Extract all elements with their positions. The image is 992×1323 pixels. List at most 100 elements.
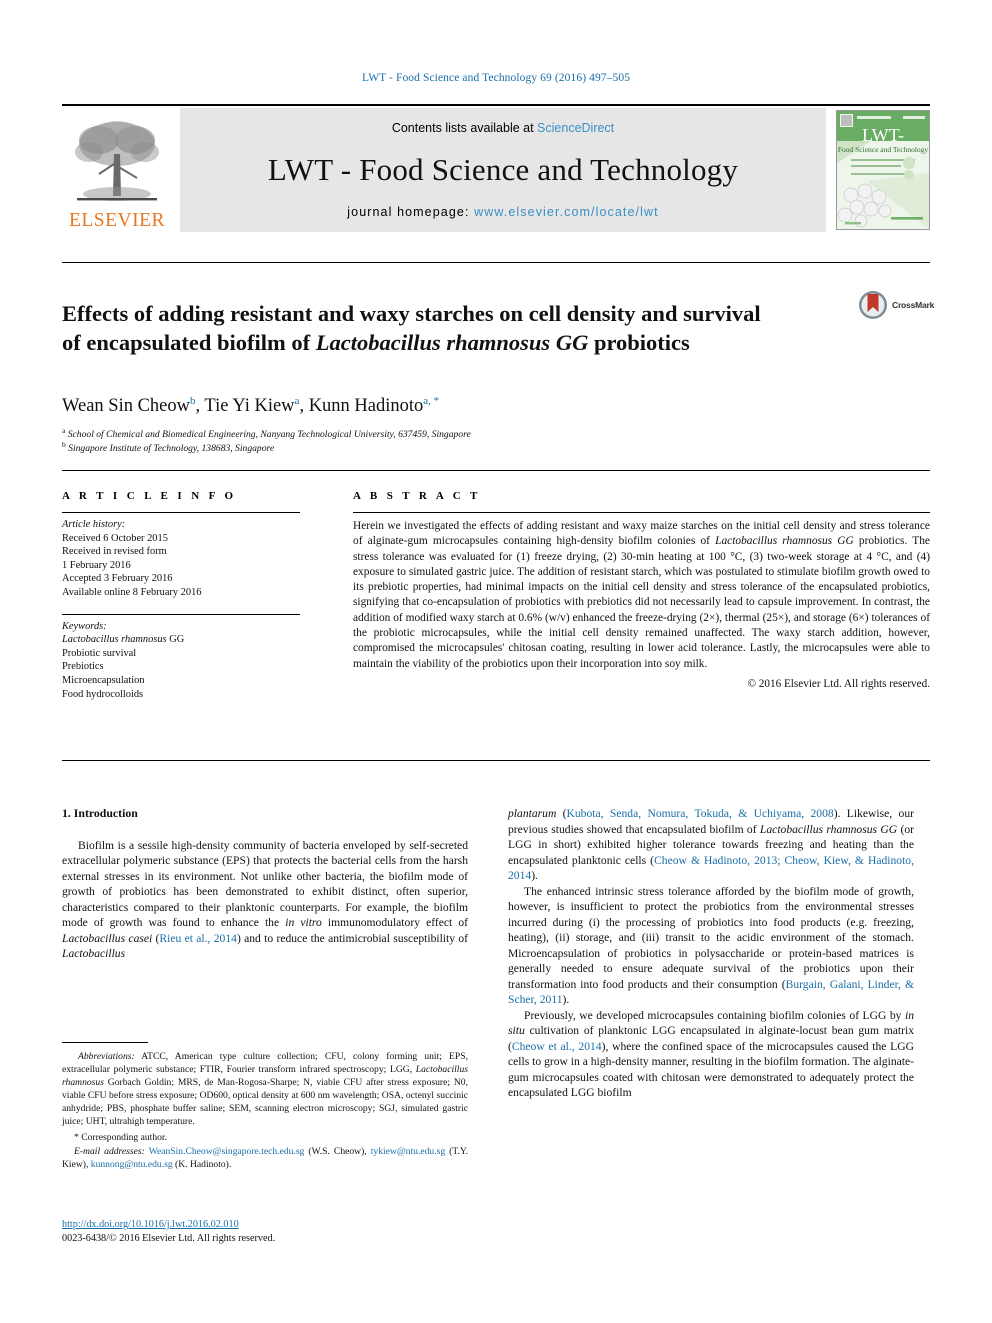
email-link-kiew[interactable]: tykiew@ntu.edu.sg [371, 1146, 445, 1157]
svg-text:Food Science and Technology: Food Science and Technology [838, 145, 929, 154]
body-column-right: plantarum (Kubota, Senda, Nomura, Tokuda… [508, 806, 914, 1101]
history-online: Available online 8 February 2016 [62, 586, 202, 598]
citation-kubota-2008[interactable]: Kubota, Senda, Nomura, Tokuda, & Uchiyam… [567, 807, 834, 820]
keyword-1-suffix: GG [166, 634, 185, 646]
author-name-2: Tie Yi Kiew [204, 396, 295, 416]
affiliation-text-b: Singapore Institute of Technology, 13868… [68, 442, 275, 454]
journal-cover-thumbnail: LWT- Food Science and Technology [836, 110, 930, 230]
email-owner-3: (K. Hadinoto). [172, 1158, 232, 1170]
abstract-species-italic: Lactobacillus rhamnosus GG [715, 535, 854, 548]
intro-p2-a: The enhanced intrinsic stress tolerance … [508, 884, 914, 991]
intro-p1-italic-invitro: in vitro [285, 916, 322, 929]
corresponding-author-note: * Corresponding author. [74, 1131, 167, 1143]
footnote-divider [62, 1042, 148, 1043]
article-history-label: Article history: [62, 519, 126, 530]
email-link-hadinoto[interactable]: kunnong@ntu.edu.sg [91, 1159, 173, 1170]
keyword-1-italic: Lactobacillus rhamnosus [62, 634, 167, 646]
journal-masthead: ELSEVIER Contents lists available at Sci… [62, 104, 930, 232]
elsevier-wordmark: ELSEVIER [68, 209, 166, 231]
elsevier-logo: ELSEVIER [62, 108, 172, 232]
article-history-block: Article history: Received 6 October 2015… [62, 518, 300, 600]
doi-link[interactable]: http://dx.doi.org/10.1016/j.lwt.2016.02.… [62, 1219, 239, 1230]
affiliation-mark-a: a [62, 425, 66, 435]
journal-article-page: LWT - Food Science and Technology 69 (20… [0, 0, 992, 1323]
elsevier-tree-icon [75, 120, 159, 201]
intro-p1r-a: ( [556, 807, 567, 820]
title-part-2: probiotics [588, 330, 690, 356]
intro-p1-italic-lactobacillus: Lactobacillus [62, 947, 126, 960]
journal-homepage-line: journal homepage: www.elsevier.com/locat… [347, 205, 658, 219]
intro-p3-a: Previously, we developed microcapsules c… [524, 1008, 905, 1022]
affiliation-text-a: School of Chemical and Biomedical Engine… [67, 429, 471, 440]
keyword-4: Microencapsulation [62, 674, 145, 686]
abbreviations-note: Abbreviations: ATCC, American type cultu… [62, 1050, 468, 1129]
author-name-1: Wean Sin Cheow [62, 396, 190, 416]
intro-paragraph-1-cont: plantarum (Kubota, Senda, Nomura, Tokuda… [508, 806, 914, 884]
journal-homepage-link[interactable]: www.elsevier.com/locate/lwt [474, 205, 659, 219]
keyword-3: Prebiotics [62, 661, 104, 673]
intro-p1-b: immunomodulatory effect of [321, 916, 468, 929]
issn-copyright-line: 0023-6438/© 2016 Elsevier Ltd. All right… [62, 1233, 276, 1244]
author-name-3: Kunn Hadinoto [308, 396, 424, 416]
homepage-prefix: journal homepage: [347, 205, 475, 219]
keyword-5: Food hydrocolloids [62, 688, 144, 700]
article-info-rule [62, 512, 300, 513]
history-accepted: Accepted 3 February 2016 [62, 573, 173, 585]
keywords-block: Keywords: Lactobacillus rhamnosus GG Pro… [62, 620, 300, 702]
intro-paragraph-3: Previously, we developed microcapsules c… [508, 1008, 914, 1101]
intro-p2-b: ). [562, 993, 570, 1006]
history-revised-date: 1 February 2016 [62, 559, 131, 571]
abstract-bottom-divider [62, 760, 930, 761]
intro-p1r-italic-lgg: Lactobacillus rhamnosus GG [759, 822, 898, 836]
affiliation-a: a School of Chemical and Biomedical Engi… [62, 425, 782, 442]
abbreviations-label: Abbreviations: [78, 1051, 135, 1062]
title-divider [62, 262, 930, 263]
title-species-italic: Lactobacillus rhamnosus GG [315, 330, 589, 356]
sciencedirect-link[interactable]: ScienceDirect [537, 121, 614, 135]
info-divider [62, 470, 930, 471]
history-received: Received 6 October 2015 [62, 532, 168, 544]
doi-block: http://dx.doi.org/10.1016/j.lwt.2016.02.… [62, 1218, 468, 1246]
email-label: E-mail addresses: [74, 1145, 145, 1157]
crossmark-icon [859, 291, 887, 319]
contents-prefix: Contents lists available at [391, 121, 538, 135]
crossmark-badge[interactable]: CrossMark [858, 288, 940, 322]
body-columns: 1. Introduction Biofilm is a sessile hig… [62, 806, 930, 1276]
citation-rieu-2014[interactable]: Rieu et al., 2014 [159, 932, 237, 945]
affiliation-list: a School of Chemical and Biomedical Engi… [62, 425, 782, 456]
running-head: LWT - Food Science and Technology 69 (20… [361, 72, 631, 84]
masthead-center-panel: Contents lists available at ScienceDirec… [180, 108, 826, 232]
email-addresses-note: E-mail addresses: WeanSin.Cheow@singapor… [62, 1145, 468, 1171]
keyword-1: Lactobacillus rhamnosus GG [62, 633, 300, 647]
svg-text:LWT-: LWT- [862, 125, 904, 145]
keyword-2: Probiotic survival [62, 647, 137, 659]
author-sep-2: , [299, 396, 309, 416]
section-heading-introduction: 1. Introduction [62, 806, 138, 820]
intro-p1-italic-lcasei: Lactobacillus casei [62, 931, 153, 945]
intro-paragraph-1: Biofilm is a sessile high-density commun… [62, 838, 468, 962]
body-column-left: 1. Introduction Biofilm is a sessile hig… [62, 806, 468, 962]
email-owner-1: (W.S. Cheow), [304, 1145, 371, 1157]
intro-p1r-italic-plantarum: plantarum [508, 807, 557, 820]
abstract-copyright: © 2016 Elsevier Ltd. All rights reserved… [747, 677, 931, 690]
keywords-rule [62, 613, 300, 615]
abstract-body: Herein we investigated the effects of ad… [353, 519, 930, 672]
crossmark-label: CrossMark [892, 300, 935, 310]
affiliation-mark-b: b [62, 439, 66, 449]
abstract-header: A B S T R A C T [353, 490, 481, 502]
keywords-label: Keywords: [62, 620, 107, 632]
journal-title: LWT - Food Science and Technology [267, 152, 739, 187]
article-info-header: A R T I C L E I N F O [62, 490, 237, 502]
abstract-column: Herein we investigated the effects of ad… [353, 512, 930, 690]
email-link-cheow[interactable]: WeanSin.Cheow@singapore.tech.edu.sg [149, 1146, 305, 1157]
citation-cheow-etal-2014[interactable]: Cheow et al., 2014 [512, 1040, 602, 1053]
abstract-part-2: probiotics. The stress tolerance was eva… [353, 535, 930, 670]
footnote-block: Abbreviations: ATCC, American type cultu… [62, 1050, 468, 1171]
page-title: Effects of adding resistant and waxy sta… [62, 299, 782, 357]
article-info-column: Article history: Received 6 October 2015… [62, 512, 300, 701]
intro-p1r-d: ). [531, 869, 538, 882]
abbreviations-text-b: Gorbach Goldin; MRS, de Man-Rogosa-Sharp… [62, 1077, 468, 1128]
affiliation-b: b Singapore Institute of Technology, 138… [62, 439, 782, 456]
author-affiliation-mark-3: a, * [423, 394, 440, 407]
